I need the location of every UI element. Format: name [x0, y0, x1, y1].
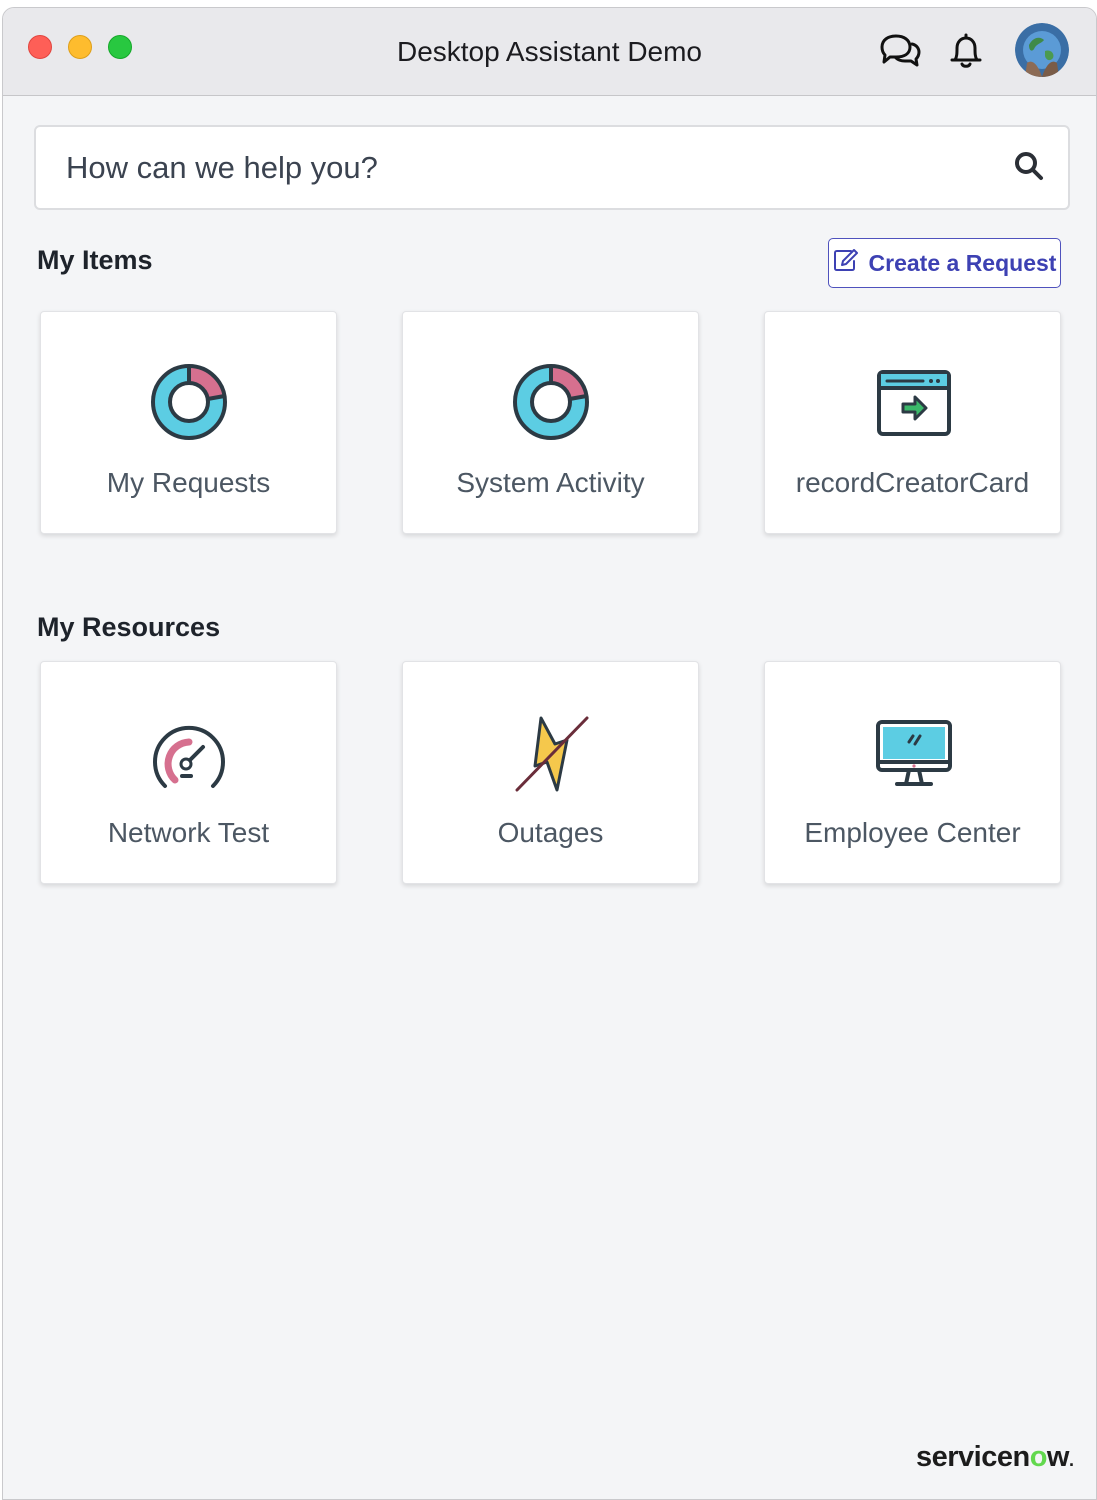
search-icon[interactable] [1012, 149, 1048, 185]
card-outages[interactable]: Outages [402, 661, 699, 884]
user-avatar[interactable] [1015, 23, 1069, 77]
lightning-off-icon [403, 714, 698, 794]
my-items-heading: My Items [37, 245, 153, 275]
card-label: Network Test [107, 817, 270, 848]
donut-chart-icon [41, 362, 336, 442]
search-input[interactable] [66, 141, 986, 195]
card-record-creator[interactable]: recordCreatorCard [764, 311, 1061, 534]
notification-bell-icon[interactable] [943, 30, 989, 72]
monitor-icon [765, 718, 1060, 798]
card-label: Employee Center [804, 817, 1021, 848]
search-bar [34, 125, 1070, 210]
title-bar: Desktop Assistant Demo [3, 8, 1096, 96]
donut-chart-icon [403, 362, 698, 442]
card-label: recordCreatorCard [795, 467, 1030, 498]
card-employee-center[interactable]: Employee Center [764, 661, 1061, 884]
card-system-activity[interactable]: System Activity [402, 311, 699, 534]
card-label: System Activity [456, 467, 645, 498]
app-window: Desktop Assistant Demo How can we help y… [2, 7, 1097, 1500]
window-title: Desktop Assistant Demo [396, 36, 703, 67]
edit-icon [833, 248, 859, 278]
speedometer-icon [41, 720, 336, 800]
card-label: Outages [497, 817, 604, 848]
card-my-requests[interactable]: My Requests [40, 311, 337, 534]
create-request-button[interactable]: Create a Request [828, 238, 1061, 288]
card-label: My Requests [106, 467, 271, 498]
servicenow-logo: servicenow. [916, 1441, 1074, 1473]
my-resources-heading: My Resources [37, 612, 221, 642]
chat-icon[interactable] [877, 30, 923, 72]
create-request-label: Create a Request [868, 249, 1057, 276]
record-creator-icon [765, 368, 1060, 448]
card-network-test[interactable]: Network Test [40, 661, 337, 884]
